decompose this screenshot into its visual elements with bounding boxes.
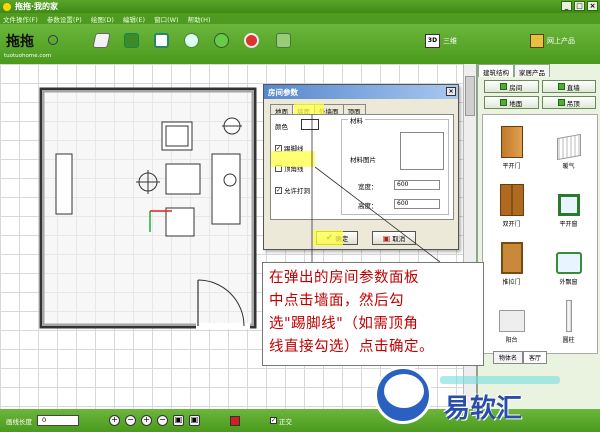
watermark-stripe: [440, 376, 560, 384]
watermark: 易软汇: [368, 362, 600, 432]
instruction-caption: 在弹出的房间参数面板 中点击墙面，然后勾 选"踢脚线"（如需顶角 线直接勾选）点…: [262, 262, 484, 366]
caption-line: 线直接勾选）点击确定。: [269, 339, 434, 355]
caption-line: 选"踢脚线"（如需顶角: [269, 316, 419, 332]
connector-line: [314, 166, 441, 263]
watermark-face-icon: [384, 374, 424, 408]
caption-line: 中点击墙面，然后勾: [269, 293, 404, 309]
caption-line: 在弹出的房间参数面板: [269, 270, 419, 286]
watermark-text: 易软汇: [444, 394, 523, 424]
